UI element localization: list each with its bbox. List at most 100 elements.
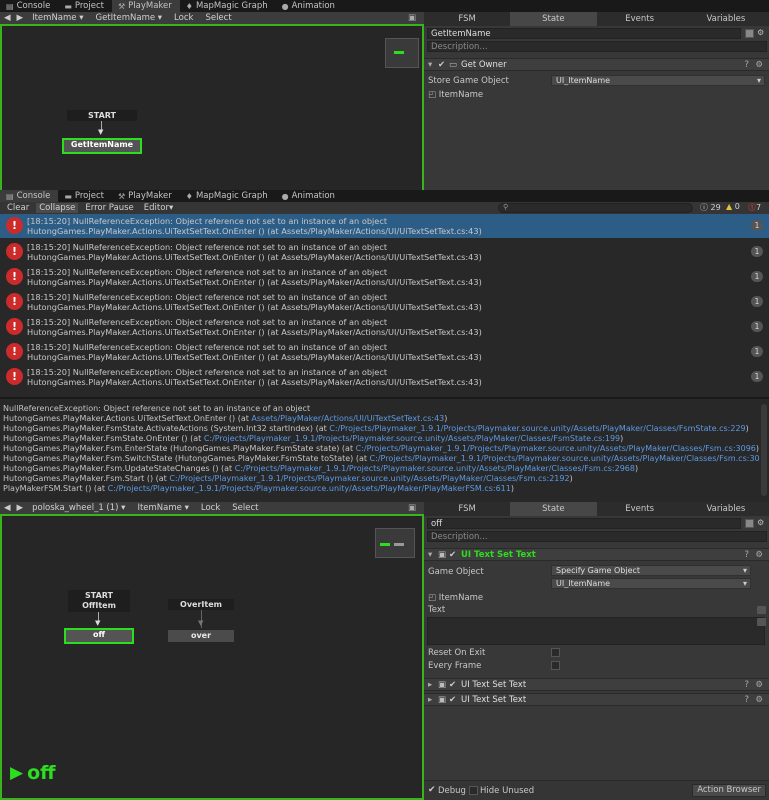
- enabled-check-icon[interactable]: ✔: [449, 694, 456, 706]
- action-ui-text-set-text-2-header[interactable]: ▸ ▣ ✔ UI Text Set Text ? ⚙: [424, 678, 769, 691]
- state-over[interactable]: over: [168, 630, 234, 642]
- state-getitemname[interactable]: GetItemName: [62, 138, 142, 154]
- forward-arrow-icon[interactable]: ▶: [17, 13, 24, 23]
- trace-link[interactable]: C:/Projects/Playmaker_1.9.1/Projects/Pla…: [329, 424, 745, 433]
- tab-variables[interactable]: Variables: [683, 12, 769, 26]
- enabled-check-icon[interactable]: ✔: [449, 549, 456, 561]
- store-game-object-dropdown[interactable]: UI_ItemName: [551, 75, 765, 86]
- state-color-swatch[interactable]: [745, 29, 754, 38]
- console-log-list[interactable]: ! [18:15:20] NullReferenceException: Obj…: [0, 214, 769, 396]
- error-pause-button[interactable]: Error Pause: [82, 203, 136, 213]
- select-button[interactable]: Select: [202, 13, 234, 23]
- settings-gear-icon[interactable]: ⚙: [757, 518, 764, 527]
- warning-count-toggle[interactable]: ▲ 0: [726, 202, 740, 211]
- help-icon[interactable]: ?: [744, 694, 749, 706]
- trace-link[interactable]: C:/Projects/Playmaker_1.9.1/Projects/Pla…: [169, 474, 569, 483]
- minimap[interactable]: [375, 528, 415, 558]
- hide-unused-checkbox[interactable]: [469, 786, 478, 795]
- game-object-target-dropdown[interactable]: UI_ItemName: [551, 578, 751, 589]
- tab-state[interactable]: State: [510, 502, 597, 516]
- state-name-input[interactable]: off: [427, 518, 741, 529]
- tab-project[interactable]: ▬ Project: [58, 0, 112, 12]
- help-icon[interactable]: ?: [744, 679, 749, 691]
- action-browser-button[interactable]: Action Browser: [692, 784, 766, 797]
- tab-console-2[interactable]: ▤ Console: [0, 190, 59, 202]
- action-gear-icon[interactable]: ⚙: [755, 59, 763, 71]
- tab-variables[interactable]: Variables: [683, 502, 769, 516]
- variable-menu-icon[interactable]: [757, 618, 766, 626]
- screenshot-icon[interactable]: ▣: [408, 503, 416, 513]
- console-search-input[interactable]: ⚲: [498, 203, 693, 213]
- action-ui-text-set-text-3-header[interactable]: ▸ ▣ ✔ UI Text Set Text ? ⚙: [424, 693, 769, 706]
- description-input[interactable]: Description...: [427, 41, 767, 52]
- action-ui-text-set-text-header[interactable]: ▾ ▣ ✔ UI Text Set Text ? ⚙: [424, 548, 769, 561]
- collapse-arrow-icon[interactable]: ▸: [428, 679, 432, 691]
- log-entry[interactable]: ! [18:15:20] NullReferenceException: Obj…: [0, 340, 769, 364]
- tab-project-2[interactable]: ▬ Project: [58, 190, 112, 202]
- state-selector[interactable]: GetItemName ▾: [93, 13, 166, 23]
- tab-animation-2[interactable]: ● Animation: [276, 190, 343, 202]
- help-icon[interactable]: ?: [744, 59, 749, 71]
- collapse-button[interactable]: Collapse: [36, 203, 79, 213]
- state-name-input[interactable]: GetItemName: [427, 28, 741, 39]
- trace-link[interactable]: C:/Projects/Playmaker_1.9.1/Projects/Pla…: [356, 444, 756, 453]
- expand-arrow-icon[interactable]: ▾: [428, 59, 432, 71]
- state-off[interactable]: off: [64, 628, 134, 644]
- tab-fsm[interactable]: FSM: [424, 12, 510, 26]
- description-input[interactable]: Description...: [427, 531, 767, 542]
- text-value-textarea[interactable]: [427, 617, 765, 645]
- tab-playmaker[interactable]: ⚒ PlayMaker: [111, 0, 180, 12]
- fsm-selector[interactable]: ItemName ▾: [29, 13, 86, 23]
- help-icon[interactable]: ?: [744, 549, 749, 561]
- tab-fsm[interactable]: FSM: [424, 502, 510, 516]
- debug-checkbox[interactable]: ✔: [428, 785, 436, 795]
- log-count-toggle[interactable]: ⓘ 29: [700, 202, 721, 213]
- bottom-fsm-graph[interactable]: START OffItem ▼ off OverItem ▼ over ▶ of…: [0, 514, 424, 800]
- tab-playmaker-2[interactable]: ⚒ PlayMaker: [112, 190, 180, 202]
- back-arrow-icon[interactable]: ◀: [4, 503, 11, 513]
- editor-dropdown[interactable]: Editor▾: [141, 203, 176, 213]
- log-entry[interactable]: ! [18:15:20] NullReferenceException: Obj…: [0, 365, 769, 389]
- action-gear-icon[interactable]: ⚙: [755, 694, 763, 706]
- reset-on-exit-checkbox[interactable]: [551, 648, 560, 657]
- state-selector[interactable]: ItemName ▾: [134, 503, 191, 513]
- tab-state[interactable]: State: [510, 12, 597, 26]
- tab-events[interactable]: Events: [597, 502, 683, 516]
- log-entry[interactable]: ! [18:15:20] NullReferenceException: Obj…: [0, 315, 769, 339]
- console-splitter[interactable]: [0, 397, 769, 399]
- trace-link[interactable]: C:/Projects/Playmaker_1.9.1/Projects/Pla…: [235, 464, 635, 473]
- trace-link[interactable]: C:/Projects/Playmaker_1.9.1/Projects/Pla…: [108, 484, 511, 493]
- tab-events[interactable]: Events: [597, 12, 683, 26]
- log-entry[interactable]: ! [18:15:20] NullReferenceException: Obj…: [0, 290, 769, 314]
- tab-animation[interactable]: ● Animation: [276, 0, 343, 12]
- trace-scrollbar[interactable]: [761, 404, 767, 496]
- action-gear-icon[interactable]: ⚙: [755, 679, 763, 691]
- state-color-swatch[interactable]: [745, 519, 754, 528]
- log-entry[interactable]: ! [18:15:20] NullReferenceException: Obj…: [0, 240, 769, 264]
- clear-button[interactable]: Clear: [4, 203, 32, 213]
- variable-menu-icon[interactable]: [757, 606, 766, 614]
- collapse-arrow-icon[interactable]: ▸: [428, 694, 432, 706]
- trace-link[interactable]: C:/Projects/Playmaker_1.9.1/Projects/Pla…: [370, 454, 760, 463]
- enabled-check-icon[interactable]: ✔: [438, 59, 445, 71]
- settings-gear-icon[interactable]: ⚙: [757, 28, 764, 37]
- tab-mapmagic[interactable]: ♦ MapMagic Graph: [180, 0, 276, 12]
- game-object-mode-dropdown[interactable]: Specify Game Object: [551, 565, 751, 576]
- fsm-selector[interactable]: poloska_wheel_1 (1) ▾: [29, 503, 128, 513]
- back-arrow-icon[interactable]: ◀: [4, 13, 11, 23]
- every-frame-checkbox[interactable]: [551, 661, 560, 670]
- top-fsm-graph[interactable]: START ▼ GetItemName: [0, 24, 424, 192]
- action-get-owner-header[interactable]: ▾ ✔ ▭ Get Owner ? ⚙: [424, 58, 769, 71]
- error-count-toggle[interactable]: ⓵7: [748, 202, 761, 213]
- log-entry[interactable]: ! [18:15:20] NullReferenceException: Obj…: [0, 214, 769, 238]
- log-entry[interactable]: ! [18:15:20] NullReferenceException: Obj…: [0, 265, 769, 289]
- expand-arrow-icon[interactable]: ▾: [428, 549, 432, 561]
- action-gear-icon[interactable]: ⚙: [755, 549, 763, 561]
- forward-arrow-icon[interactable]: ▶: [17, 503, 24, 513]
- tab-console[interactable]: ▤ Console: [0, 0, 58, 12]
- lock-button[interactable]: Lock: [171, 13, 196, 23]
- select-button[interactable]: Select: [229, 503, 261, 513]
- screenshot-icon[interactable]: ▣: [408, 13, 416, 23]
- minimap[interactable]: [385, 38, 419, 68]
- tab-mapmagic-2[interactable]: ♦ MapMagic Graph: [180, 190, 276, 202]
